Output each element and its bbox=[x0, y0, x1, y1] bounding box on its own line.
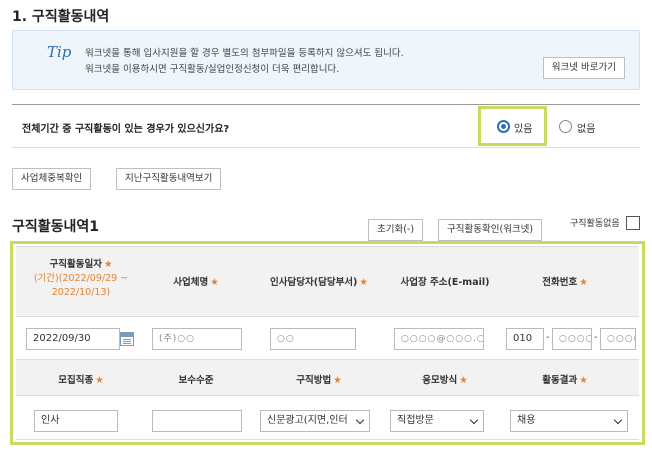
header-phone-label: 전화번호 bbox=[542, 277, 578, 288]
header-hr-label: 인사담당자(담당부서) bbox=[270, 277, 358, 288]
phone-prefix-input[interactable]: 010 bbox=[506, 328, 544, 350]
apply-method-select[interactable]: 직접방문 bbox=[390, 410, 484, 432]
phone-mid-input[interactable]: ○○○○ bbox=[552, 328, 592, 350]
radio-no[interactable] bbox=[559, 120, 572, 133]
business-duplicate-check-button[interactable]: 사업체중복확인 bbox=[12, 168, 92, 190]
header-salary: 보수수준 bbox=[146, 372, 246, 386]
calendar-icon[interactable] bbox=[120, 332, 134, 346]
header-job-type-label: 모집직종 bbox=[58, 375, 94, 386]
apply-method-value: 직접방문 bbox=[397, 415, 434, 426]
radio-no-label[interactable]: 없음 bbox=[577, 120, 595, 135]
job-search-method-select[interactable]: 신문광고(지면,인터 bbox=[260, 410, 370, 432]
required-mark: ★ bbox=[459, 375, 468, 386]
highlight-yes-option bbox=[478, 106, 547, 146]
past-activity-history-button[interactable]: 지난구직활동내역보기 bbox=[116, 168, 222, 190]
required-mark: ★ bbox=[333, 375, 342, 386]
table-line bbox=[16, 439, 639, 440]
header-method: 구직방법 ★ bbox=[254, 372, 384, 386]
required-mark: ★ bbox=[95, 375, 104, 386]
table-line bbox=[16, 395, 639, 396]
tip-box: Tip 워크넷을 통해 입사지원을 할 경우 별도의 첨부파일을 등록하지 않으… bbox=[12, 30, 640, 90]
radio-yes[interactable] bbox=[497, 120, 510, 133]
header-date-label: 구직활동일자 bbox=[49, 259, 102, 270]
tip-text-line2: 워크넷을 이용하시면 구직활동/실업인정신청이 더욱 편리합니다. bbox=[85, 64, 340, 75]
required-mark: ★ bbox=[359, 277, 368, 288]
activity-question-text: 전체기간 중 구직활동이 있는 경우가 있으신가요? bbox=[22, 124, 230, 135]
header-result: 활동결과 ★ bbox=[510, 372, 620, 386]
header-method-label: 구직방법 bbox=[296, 375, 332, 386]
header-company-label: 사업체명 bbox=[173, 277, 209, 288]
chevron-down-icon bbox=[613, 415, 623, 425]
header-job-type: 모집직종 ★ bbox=[26, 372, 136, 386]
activity-title: 구직활동내역1 bbox=[12, 219, 100, 235]
phone-dash: - bbox=[594, 332, 598, 343]
section-title: 1. 구직활동내역 bbox=[12, 9, 110, 25]
header-phone: 전화번호 ★ bbox=[510, 274, 620, 288]
header-date-period: (기간)(2022/09/29 ~ 2022/10/13) bbox=[33, 273, 129, 298]
chevron-down-icon bbox=[469, 415, 479, 425]
job-search-method-value: 신문광고(지면,인터 bbox=[267, 415, 348, 426]
header-result-label: 활동결과 bbox=[542, 375, 578, 386]
address-input[interactable]: ○○○○@○○○.○○ bbox=[394, 328, 484, 350]
activity-result-value: 채용 bbox=[517, 415, 536, 426]
chevron-down-icon bbox=[355, 415, 365, 425]
header-address-label: 사업장 주소(E-mail) bbox=[400, 277, 490, 288]
job-type-input[interactable]: 인사 bbox=[34, 410, 118, 432]
no-activity-checkbox[interactable] bbox=[626, 216, 640, 230]
reset-button[interactable]: 초기화(-) bbox=[368, 219, 424, 241]
no-activity-label: 구직활동없음 bbox=[570, 219, 620, 229]
worknet-activity-confirm-button[interactable]: 구직활동확인(워크넷) bbox=[438, 219, 543, 241]
activity-table: 구직활동일자 ★ (기간)(2022/09/29 ~ 2022/10/13) 사업… bbox=[16, 246, 639, 440]
hr-contact-input[interactable]: ○○ bbox=[270, 328, 356, 350]
salary-input[interactable] bbox=[152, 410, 242, 432]
activity-result-select[interactable]: 채용 bbox=[510, 410, 628, 432]
worknet-shortcut-button[interactable]: 워크넷 바로가기 bbox=[542, 57, 625, 79]
table-line bbox=[16, 316, 639, 317]
phone-dash: - bbox=[546, 332, 550, 343]
radio-yes-label[interactable]: 있음 bbox=[514, 120, 532, 135]
date-input[interactable]: 2022/09/30 bbox=[26, 328, 120, 350]
header-address: 사업장 주소(E-mail) bbox=[390, 274, 500, 288]
table-line bbox=[16, 359, 639, 360]
header-salary-label: 보수수준 bbox=[178, 375, 214, 386]
header-apply-label: 응모방식 bbox=[422, 375, 458, 386]
header-date: 구직활동일자 ★ (기간)(2022/09/29 ~ 2022/10/13) bbox=[26, 258, 136, 300]
table-line bbox=[16, 246, 639, 247]
required-mark: ★ bbox=[579, 277, 588, 288]
required-mark: ★ bbox=[579, 375, 588, 386]
header-apply-method: 응모방식 ★ bbox=[390, 372, 500, 386]
required-mark: ★ bbox=[210, 277, 219, 288]
company-name-input[interactable]: (주)○○ bbox=[152, 328, 242, 350]
tip-text-line1: 워크넷을 통해 입사지원을 할 경우 별도의 첨부파일을 등록하지 않으셔도 됩… bbox=[85, 48, 404, 59]
required-mark: ★ bbox=[103, 259, 113, 270]
phone-last-input[interactable]: ○○○○ bbox=[600, 328, 636, 350]
header-hr-contact: 인사담당자(담당부서) ★ bbox=[254, 274, 384, 288]
header-company: 사업체명 ★ bbox=[146, 274, 246, 288]
tip-logo: Tip bbox=[47, 43, 72, 61]
